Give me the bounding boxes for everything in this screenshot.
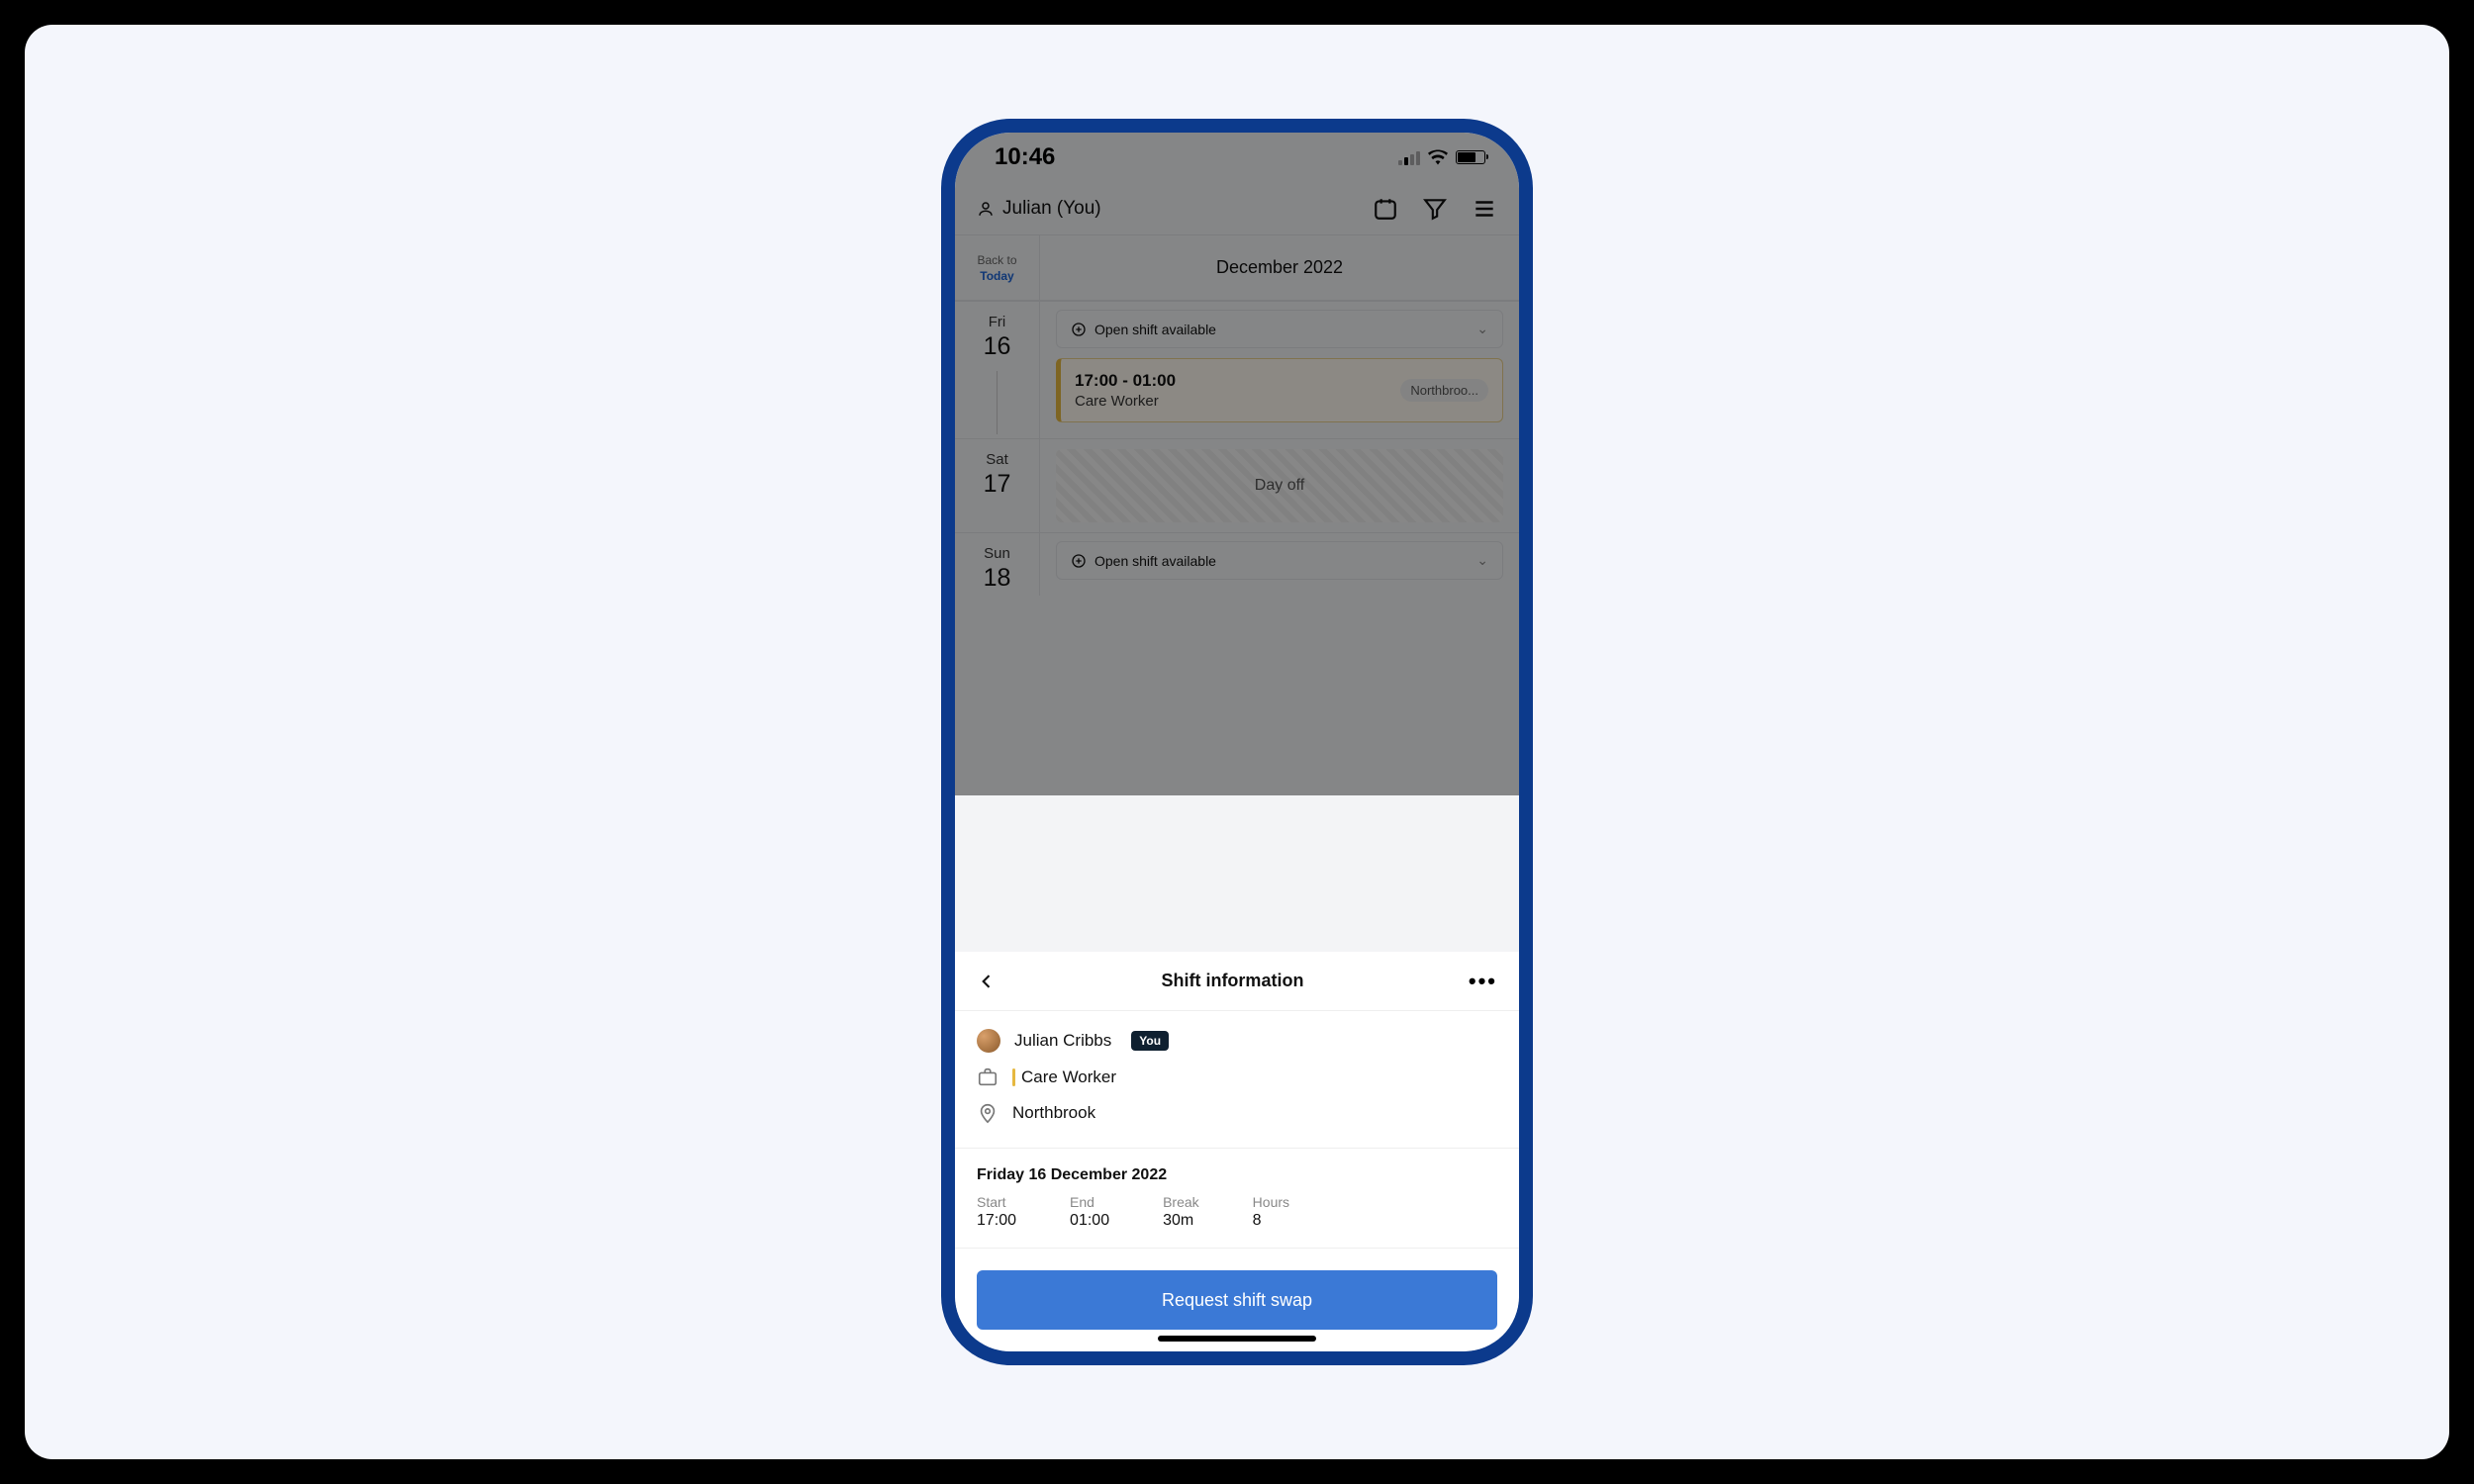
- employee-name: Julian Cribbs: [1014, 1031, 1111, 1051]
- request-shift-swap-button[interactable]: Request shift swap: [977, 1270, 1497, 1330]
- chevron-down-icon: ⌄: [1476, 552, 1488, 569]
- chevron-down-icon: ⌄: [1476, 321, 1488, 337]
- day-column: Fri 16: [955, 302, 1040, 438]
- shift-info-sheet: Shift information ••• Julian Cribbs You …: [955, 952, 1519, 1351]
- shift-role: Care Worker: [1075, 393, 1176, 410]
- schedule-list[interactable]: Fri 16 Open shift available ⌄: [955, 301, 1519, 596]
- role-color-mark: [1012, 1068, 1015, 1086]
- menu-icon[interactable]: [1472, 196, 1497, 222]
- back-to-today-button[interactable]: Back to Today: [955, 235, 1040, 300]
- open-shift-row[interactable]: Open shift available ⌄: [1056, 310, 1503, 348]
- sheet-meta: Friday 16 December 2022 Start17:00 End01…: [955, 1149, 1519, 1249]
- day-column: Sun 18: [955, 533, 1040, 596]
- day-off-label: Day off: [1056, 449, 1503, 522]
- briefcase-icon: [977, 1067, 999, 1088]
- role-row: Care Worker: [977, 1067, 1497, 1088]
- location-text: Northbrook: [1012, 1103, 1095, 1123]
- status-icons: [1398, 149, 1485, 165]
- home-indicator[interactable]: [1158, 1336, 1316, 1342]
- location-row: Northbrook: [977, 1102, 1497, 1124]
- calendar-icon[interactable]: [1373, 196, 1398, 222]
- filter-icon[interactable]: [1422, 196, 1448, 222]
- day-block-fri: Fri 16 Open shift available ⌄: [955, 301, 1519, 438]
- shift-time: 17:00 - 01:00: [1075, 371, 1176, 391]
- plus-circle-icon: [1071, 553, 1087, 569]
- month-label: December 2022: [1040, 235, 1519, 300]
- app-header: Julian (You): [955, 182, 1519, 235]
- sheet-header: Shift information •••: [955, 952, 1519, 1011]
- location-icon: [977, 1102, 999, 1124]
- back-icon[interactable]: [977, 972, 997, 991]
- avatar: [977, 1029, 1000, 1053]
- end-value: 01:00: [1070, 1212, 1109, 1230]
- sub-header: Back to Today December 2022: [955, 235, 1519, 301]
- status-bar: 10:46: [955, 133, 1519, 182]
- user-chip[interactable]: Julian (You): [977, 198, 1101, 220]
- person-icon: [977, 200, 995, 218]
- sheet-title: Shift information: [1161, 971, 1303, 991]
- day-block-sun: Sun 18 Open shift available ⌄: [955, 532, 1519, 596]
- hours-value: 8: [1253, 1212, 1289, 1230]
- shift-card[interactable]: 17:00 - 01:00 Care Worker Northbroo...: [1056, 358, 1503, 422]
- you-badge: You: [1131, 1031, 1169, 1051]
- cellular-icon: [1398, 149, 1420, 165]
- break-value: 30m: [1163, 1212, 1199, 1230]
- day-block-sat: Sat 17 Day off: [955, 438, 1519, 532]
- phone-screen: 10:46 Julian (You): [955, 133, 1519, 1351]
- open-shift-row[interactable]: Open shift available ⌄: [1056, 541, 1503, 580]
- page-background: 10:46 Julian (You): [25, 25, 2449, 1459]
- shift-location-pill: Northbroo...: [1400, 379, 1488, 402]
- employee-row: Julian Cribbs You: [977, 1029, 1497, 1053]
- start-value: 17:00: [977, 1212, 1016, 1230]
- day-column: Sat 17: [955, 439, 1040, 532]
- role-text: Care Worker: [1021, 1067, 1116, 1087]
- battery-icon: [1456, 150, 1485, 164]
- more-icon[interactable]: •••: [1469, 969, 1497, 994]
- wifi-icon: [1428, 149, 1448, 165]
- sheet-body: Julian Cribbs You Care Worker Northbrook: [955, 1011, 1519, 1149]
- user-label: Julian (You): [1002, 198, 1101, 220]
- phone-frame: 10:46 Julian (You): [941, 119, 1533, 1365]
- shift-date: Friday 16 December 2022: [977, 1166, 1497, 1184]
- status-time: 10:46: [995, 143, 1055, 171]
- plus-circle-icon: [1071, 322, 1087, 337]
